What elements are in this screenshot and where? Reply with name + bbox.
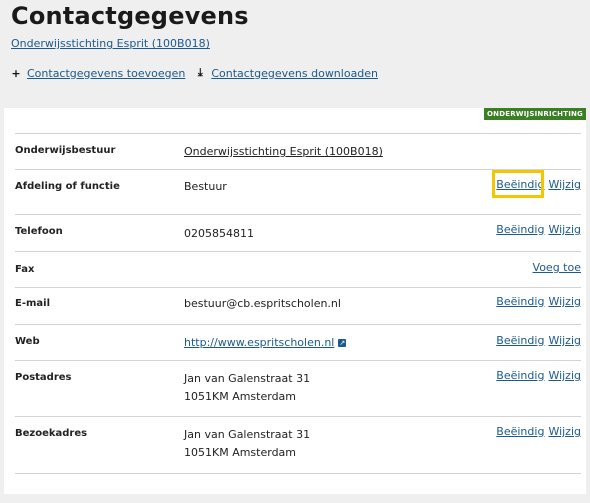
end-button[interactable]: Beëindig <box>496 295 544 308</box>
page-title: Contactgegevens <box>11 2 249 30</box>
table-row: Bezoekadres Jan van Galenstraat 31 1051K… <box>15 416 581 473</box>
end-button[interactable]: Beëindig <box>496 223 544 236</box>
download-contact-link[interactable]: Contactgegevens downloaden <box>211 67 378 80</box>
table-row: Fax Voeg toe <box>15 251 581 287</box>
row-label-web: Web <box>15 336 40 347</box>
contact-card: ONDERWIJSINRICHTING Onderwijsbestuur Ond… <box>4 108 586 494</box>
row-label-email: E-mail <box>15 298 51 309</box>
table-bottom-border <box>15 473 581 474</box>
afdeling-value: Bestuur <box>184 180 227 193</box>
add-button[interactable]: Voeg toe <box>533 261 581 274</box>
website-link[interactable]: http://www.espritscholen.nl <box>184 336 334 349</box>
edit-button[interactable]: Wijzig <box>548 223 581 236</box>
action-bar: + Contactgegevens toevoegen ⤓ Contactgeg… <box>11 66 378 80</box>
address-line-2: 1051KM Amsterdam <box>184 390 297 403</box>
row-label-onderwijsbestuur: Onderwijsbestuur <box>15 145 116 156</box>
row-label-postadres: Postadres <box>15 372 72 383</box>
email-value: bestuur@cb.espritscholen.nl <box>184 297 341 310</box>
edit-button[interactable]: Wijzig <box>548 369 581 382</box>
end-button[interactable]: Beëindig <box>496 334 544 347</box>
table-row: Web http://www.espritscholen.nl ↗ Beëindi… <box>15 324 581 360</box>
add-contact-action[interactable]: + Contactgegevens toevoegen <box>11 67 185 80</box>
address-line-1: Jan van Galenstraat 31 <box>184 428 311 441</box>
download-contact-action[interactable]: ⤓ Contactgegevens downloaden <box>195 66 378 80</box>
table-row: Postadres Jan van Galenstraat 31 1051KM … <box>15 360 581 416</box>
address-line-1: Jan van Galenstraat 31 <box>184 372 311 385</box>
postadres-value: Jan van Galenstraat 31 1051KM Amsterdam <box>184 370 310 406</box>
add-contact-link[interactable]: Contactgegevens toevoegen <box>27 67 185 80</box>
address-line-2: 1051KM Amsterdam <box>184 446 297 459</box>
telefoon-value: 0205854811 <box>184 227 254 240</box>
row-label-afdeling: Afdeling of functie <box>15 181 120 192</box>
row-label-bezoekadres: Bezoekadres <box>15 428 88 439</box>
edit-button[interactable]: Wijzig <box>548 425 581 438</box>
onderwijsbestuur-link[interactable]: Onderwijsstichting Esprit (100B018) <box>184 143 383 161</box>
end-button[interactable]: Beëindig <box>496 369 544 382</box>
edit-button[interactable]: Wijzig <box>548 295 581 308</box>
edit-button[interactable]: Wijzig <box>548 334 581 347</box>
edit-button[interactable]: Wijzig <box>548 178 581 191</box>
table-row: Telefoon 0205854811 Beëindig Wijzig <box>15 214 581 251</box>
school-board-link[interactable]: Onderwijsstichting Esprit (100B018) <box>11 37 210 50</box>
web-value: http://www.espritscholen.nl ↗ <box>184 334 347 352</box>
bezoekadres-value: Jan van Galenstraat 31 1051KM Amsterdam <box>184 426 310 462</box>
external-link-icon: ↗ <box>338 339 347 347</box>
row-label-telefoon: Telefoon <box>15 226 63 237</box>
focus-highlight <box>492 170 544 198</box>
status-badge: ONDERWIJSINRICHTING <box>484 108 586 120</box>
row-label-fax: Fax <box>15 264 35 275</box>
table-row: E-mail bestuur@cb.espritscholen.nl Beëin… <box>15 287 581 324</box>
table-row: Onderwijsbestuur Onderwijsstichting Espr… <box>15 133 581 169</box>
download-icon: ⤓ <box>197 66 203 79</box>
plus-icon: + <box>11 66 21 80</box>
end-button[interactable]: Beëindig <box>496 425 544 438</box>
